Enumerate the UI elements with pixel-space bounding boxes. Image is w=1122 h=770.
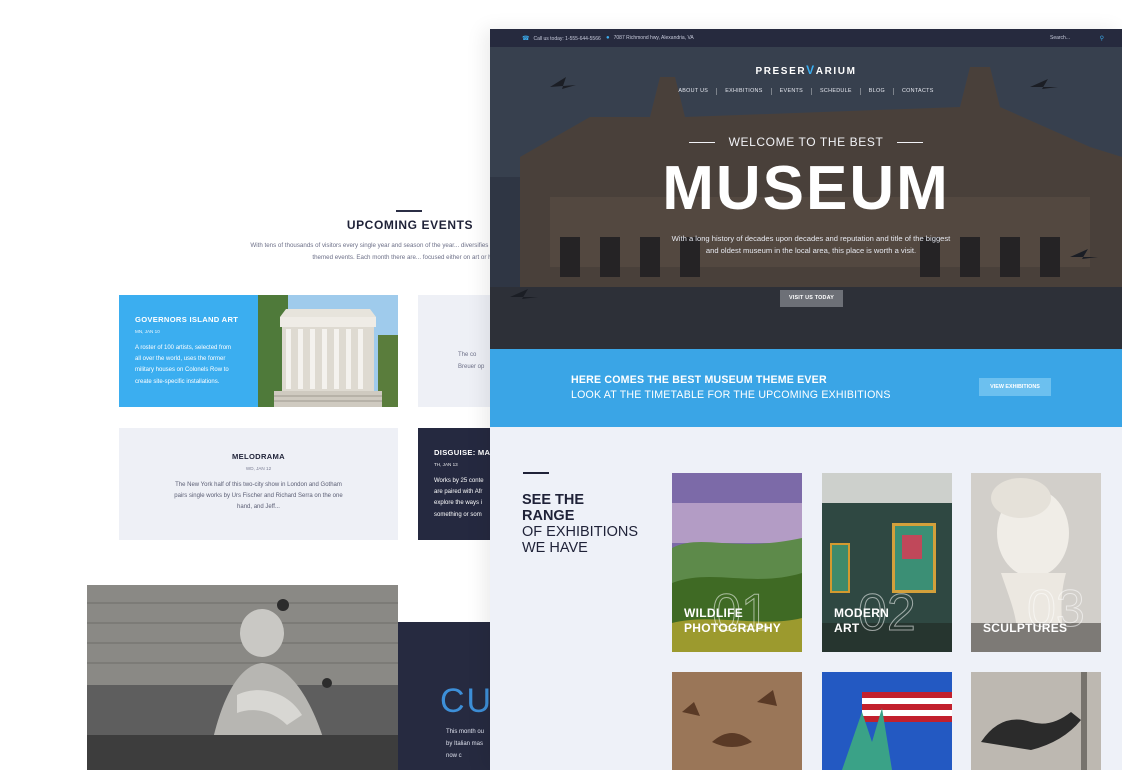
pin-icon: ● bbox=[606, 35, 610, 41]
tile-label: SCULPTURES bbox=[983, 621, 1068, 635]
nav-item-schedule[interactable]: SCHEDULE bbox=[812, 88, 861, 95]
event-date: MN, JAN 10 bbox=[135, 329, 160, 334]
event-card-governors[interactable]: GOVERNORS ISLAND ART MN, JAN 10 A roster… bbox=[119, 295, 258, 407]
cu-text: This month ou by Italian mas now c bbox=[446, 729, 485, 759]
event-title: MELODRAMA bbox=[232, 452, 285, 461]
top-bar: ☎ Call us today: 1-555-644-5566 ● 7087 R… bbox=[490, 29, 1122, 47]
address-text: 7087 Richmond hwy, Alexandria, VA bbox=[613, 35, 694, 41]
search-icon[interactable]: ⚲ bbox=[1100, 35, 1104, 42]
banner-subline: LOOK AT THE TIMETABLE FOR THE UPCOMING E… bbox=[571, 389, 891, 401]
event-title: GOVERNORS ISLAND ART bbox=[135, 315, 239, 324]
nav-item-blog[interactable]: BLOG bbox=[861, 88, 894, 95]
event-card-melodrama[interactable]: MELODRAMA WD, JAN 12 The New York half o… bbox=[119, 428, 398, 540]
site-logo[interactable]: PRESERVARIUM bbox=[490, 63, 1122, 77]
range-heading: SEE THE RANGE OF EXHIBITIONS WE HAVE bbox=[522, 492, 639, 556]
event-text: The New York half of this two-city show … bbox=[174, 482, 343, 511]
exhibition-tile-dinosaur[interactable] bbox=[971, 672, 1101, 770]
event-date: TH, JAN 13 bbox=[434, 462, 458, 467]
back-page-preview: UPCOMING EVENTS With tens of thousands o… bbox=[0, 0, 570, 770]
promo-banner: HERE COMES THE BEST MUSEUM THEME EVER LO… bbox=[490, 349, 1122, 427]
search-box[interactable]: Search... ⚲ bbox=[1050, 34, 1104, 42]
exhibition-tile-cave-art[interactable] bbox=[672, 672, 802, 770]
event-text: A roster of 100 artists, selected from a… bbox=[135, 345, 232, 385]
view-exhibitions-button[interactable]: VIEW EXHIBITIONS bbox=[979, 378, 1051, 396]
event-title: DISGUISE: MAS bbox=[434, 448, 490, 457]
section-divider bbox=[396, 210, 422, 212]
phone-text: Call us today: 1-555-644-5566 bbox=[533, 35, 601, 42]
hero-text: With a long history of decades upon deca… bbox=[671, 234, 951, 255]
nav-item-about-us[interactable]: ABOUT US bbox=[670, 88, 718, 95]
main-nav: ABOUT US EXHIBITIONS EVENTS SCHEDULE BLO… bbox=[490, 88, 1122, 95]
phone-info: ☎ Call us today: 1-555-644-5566 bbox=[522, 35, 601, 43]
visit-us-button[interactable]: VISIT US TODAY bbox=[780, 290, 843, 307]
event-date: WD, JAN 12 bbox=[245, 466, 272, 471]
section-divider bbox=[523, 472, 549, 474]
nav-item-contacts[interactable]: CONTACTS bbox=[894, 88, 942, 95]
exhibition-tile-sculptures[interactable]: 03 SCULPTURES bbox=[971, 473, 1101, 652]
tile-label: WILDLIFE PHOTOGRAPHY bbox=[684, 606, 782, 635]
event-text: The co Breuer op bbox=[458, 352, 485, 370]
tile-label: MODERN ART bbox=[834, 606, 890, 635]
hero-title: MUSEUM bbox=[662, 154, 950, 223]
cu-panel: CU This month ou by Italian mas now c bbox=[398, 622, 490, 770]
nav-item-exhibitions[interactable]: EXHIBITIONS bbox=[717, 88, 772, 95]
upcoming-events-title: UPCOMING EVENTS bbox=[346, 218, 474, 232]
event-text: Works by 25 conte are paired with Afr ex… bbox=[434, 478, 484, 518]
event-card-disguise[interactable]: DISGUISE: MAS TH, JAN 13 Works by 25 con… bbox=[418, 428, 490, 540]
hero-section: PRESERVARIUM ABOUT US EXHIBITIONS EVENTS… bbox=[490, 47, 1122, 349]
event-card-peek[interactable]: The co Breuer op bbox=[418, 295, 490, 407]
nav-item-events[interactable]: EVENTS bbox=[772, 88, 813, 95]
search-input[interactable]: Search... bbox=[1050, 35, 1070, 41]
governors-building-image bbox=[258, 295, 398, 407]
phone-icon: ☎ bbox=[522, 36, 530, 42]
exhibition-tile-modern-art[interactable]: 02 MODERN ART bbox=[822, 473, 952, 652]
front-page-preview: ☎ Call us today: 1-555-644-5566 ● 7087 R… bbox=[490, 29, 1122, 770]
hero-welcome: WELCOME TO THE BEST bbox=[490, 135, 1122, 149]
exhibition-tile-liberty[interactable] bbox=[822, 672, 952, 770]
exhibition-tile-wildlife[interactable]: 01 WILDLIFE PHOTOGRAPHY bbox=[672, 473, 802, 652]
banner-headline: HERE COMES THE BEST MUSEUM THEME EVER bbox=[571, 374, 827, 386]
statue-photo bbox=[87, 585, 398, 770]
exhibitions-section: SEE THE RANGE OF EXHIBITIONS WE HAVE 01 … bbox=[490, 427, 1122, 770]
page-stage: UPCOMING EVENTS With tens of thousands o… bbox=[0, 0, 1122, 770]
address-info: ● 7087 Richmond hwy, Alexandria, VA bbox=[606, 35, 694, 41]
cu-heading: CU bbox=[440, 682, 490, 720]
